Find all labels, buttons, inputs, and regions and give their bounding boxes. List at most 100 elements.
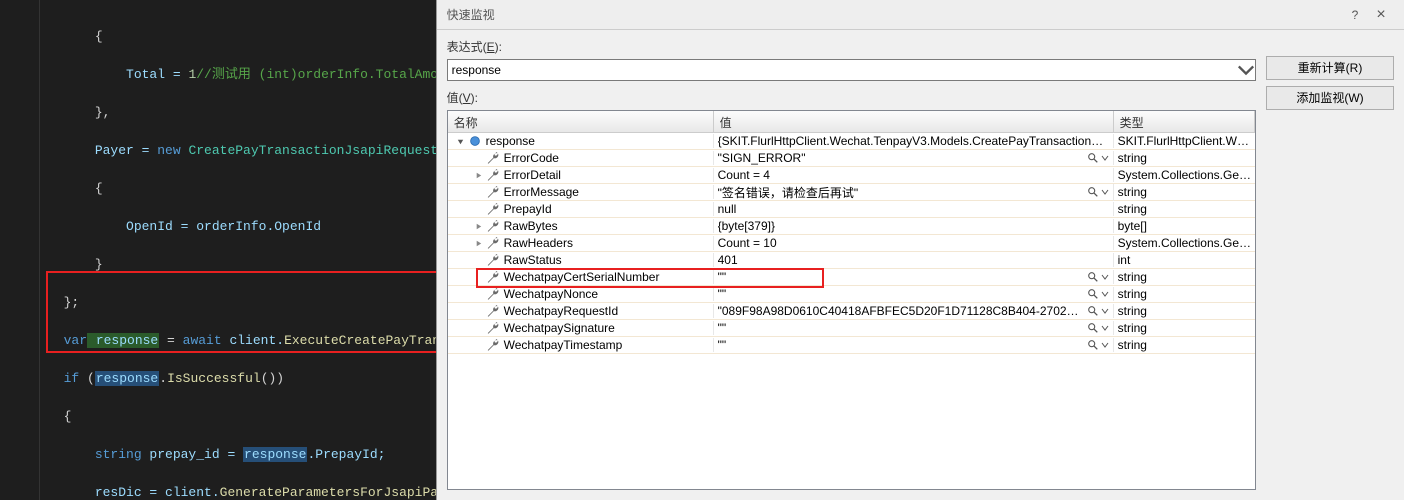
code-text: .PrepayId; — [307, 447, 385, 462]
grid-row[interactable]: WechatpayNonce""string — [448, 286, 1255, 303]
cell-value: null — [714, 202, 1114, 216]
cell-type: string — [1114, 321, 1255, 335]
class-name: CreatePayTransactionJsapiRequest — [181, 143, 436, 158]
magnifier-icon[interactable] — [1087, 305, 1099, 317]
grid-rows: response {SKIT.FlurlHttpClient.Wechat.Ten… — [448, 133, 1255, 354]
magnifier-icon[interactable] — [1087, 288, 1099, 300]
prop-name: RawStatus — [504, 253, 562, 267]
dot: . — [159, 371, 167, 386]
wrench-icon — [486, 321, 500, 335]
value-label: 值(V): — [447, 89, 1256, 107]
prop-value: "" — [718, 287, 1084, 301]
visualizer-dropdown-icon[interactable] — [1101, 288, 1109, 300]
cell-value: "签名错误，请检查后再试" — [714, 184, 1114, 201]
grid-row[interactable]: response {SKIT.FlurlHttpClient.Wechat.Ten… — [448, 133, 1255, 150]
cell-value: 401 — [714, 253, 1114, 267]
grid-row[interactable]: ErrorCode"SIGN_ERROR"string — [448, 150, 1255, 167]
visualizer-dropdown-icon[interactable] — [1101, 186, 1109, 198]
brace: { — [64, 409, 72, 424]
code-text: Total = — [126, 67, 188, 82]
quickwatch-titlebar[interactable]: 快速监视 ? × — [437, 0, 1404, 30]
code-text: client. — [222, 333, 284, 348]
grid-row[interactable]: ErrorDetailCount = 4System.Collections.G… — [448, 167, 1255, 184]
visualizer-dropdown-icon[interactable] — [1101, 339, 1109, 351]
wrench-icon — [486, 151, 500, 165]
grid-row[interactable]: PrepayIdnullstring — [448, 201, 1255, 218]
col-type[interactable]: 类型 — [1114, 111, 1255, 132]
object-icon — [468, 134, 482, 148]
close-button[interactable]: × — [1368, 6, 1394, 24]
expander-none — [474, 289, 484, 299]
magnifier-icon[interactable] — [1087, 271, 1099, 283]
grid-row[interactable]: RawStatus 401int — [448, 252, 1255, 269]
grid-row[interactable]: WechatpayTimestamp""string — [448, 337, 1255, 354]
expander-none — [474, 153, 484, 163]
wrench-icon — [486, 270, 500, 284]
cell-value: "" — [714, 287, 1114, 301]
brace: }; — [64, 295, 80, 310]
expression-label: 表达式(E): — [447, 38, 1256, 56]
prop-value: "" — [718, 338, 1084, 352]
grid-row[interactable]: RawBytes{byte[379]}byte[] — [448, 218, 1255, 235]
cell-type: string — [1114, 151, 1255, 165]
col-value[interactable]: 值 — [714, 111, 1114, 132]
prop-value: Count = 10 — [718, 236, 1109, 250]
cell-value: Count = 4 — [714, 168, 1114, 182]
cell-name: WechatpayRequestId — [448, 304, 714, 318]
eq: = — [159, 333, 182, 348]
recalculate-button[interactable]: 重新计算(R) — [1266, 56, 1394, 80]
magnifier-icon[interactable] — [1087, 322, 1099, 334]
code-area[interactable]: { Total = 1//测试用 (int)orderInfo.TotalAmo… — [40, 0, 436, 500]
col-name[interactable]: 名称 — [448, 111, 714, 132]
magnifier-icon[interactable] — [1087, 339, 1099, 351]
visualizer-dropdown-icon[interactable] — [1101, 305, 1109, 317]
wrench-icon — [486, 168, 500, 182]
parens: ()) — [261, 371, 284, 386]
cell-value: "" — [714, 270, 1114, 284]
cell-type: System.Collections.Ge… — [1114, 236, 1255, 250]
cell-name: PrepayId — [448, 202, 714, 216]
magnifier-icon[interactable] — [1087, 186, 1099, 198]
grid-row[interactable]: WechatpayRequestId"089F98A98D0610C40418A… — [448, 303, 1255, 320]
cell-name: ErrorDetail — [448, 168, 714, 182]
kw-var: var — [64, 333, 87, 348]
cell-type: int — [1114, 253, 1255, 267]
expander-none — [474, 187, 484, 197]
highlight-response: response — [243, 447, 307, 462]
expression-dropdown-icon[interactable] — [1237, 60, 1255, 80]
expander-closed-icon[interactable] — [474, 221, 484, 231]
magnifier-icon[interactable] — [1087, 152, 1099, 164]
cell-name: WechatpayTimestamp — [448, 338, 714, 352]
expander-none — [474, 204, 484, 214]
cell-value: {byte[379]} — [714, 219, 1114, 233]
cell-name: WechatpaySignature — [448, 321, 714, 335]
grid-row[interactable]: RawHeadersCount = 10System.Collections.G… — [448, 235, 1255, 252]
brace: { — [95, 29, 103, 44]
cell-type: string — [1114, 287, 1255, 301]
visualizer-dropdown-icon[interactable] — [1101, 271, 1109, 283]
quickwatch-buttons: 重新计算(R) 添加监视(W) — [1266, 38, 1394, 490]
wrench-icon — [486, 253, 500, 267]
wrench-icon — [486, 219, 500, 233]
cell-type: byte[] — [1114, 219, 1255, 233]
expander-closed-icon[interactable] — [474, 238, 484, 248]
cell-type: string — [1114, 270, 1255, 284]
cell-name: WechatpayCertSerialNumber — [448, 270, 714, 284]
grid-row[interactable]: WechatpayCertSerialNumber""string — [448, 269, 1255, 286]
expander-closed-icon[interactable] — [474, 170, 484, 180]
expression-input[interactable] — [447, 59, 1256, 81]
expander-open-icon[interactable] — [456, 136, 466, 146]
cell-value: {SKIT.FlurlHttpClient.Wechat.TenpayV3.Mo… — [714, 134, 1114, 148]
cell-value: Count = 10 — [714, 236, 1114, 250]
cell-value: "089F98A98D0610C40418AFBFEC5D20F1D71128C… — [714, 304, 1114, 318]
highlight-response: response — [95, 371, 159, 386]
grid-row[interactable]: ErrorMessage"签名错误，请检查后再试"string — [448, 184, 1255, 201]
add-watch-button[interactable]: 添加监视(W) — [1266, 86, 1394, 110]
grid-row[interactable]: WechatpaySignature""string — [448, 320, 1255, 337]
prop-name: ErrorCode — [504, 151, 559, 165]
visualizer-dropdown-icon[interactable] — [1101, 322, 1109, 334]
help-button[interactable]: ? — [1342, 8, 1368, 22]
visualizer-dropdown-icon[interactable] — [1101, 152, 1109, 164]
wrench-icon — [486, 202, 500, 216]
prop-name: response — [486, 134, 535, 148]
